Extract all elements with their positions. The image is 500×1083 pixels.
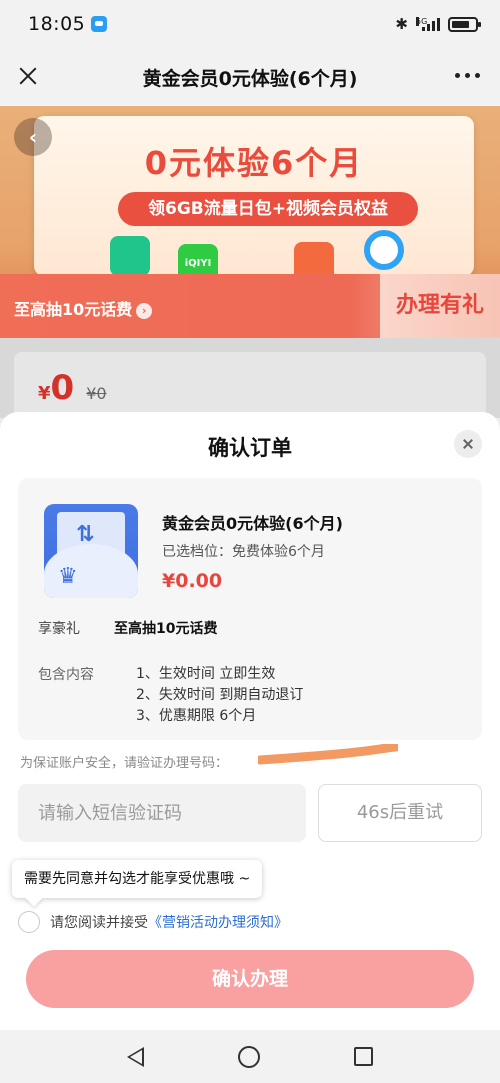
agreement-row: 请您阅读并接受 《营销活动办理须知》 (18, 910, 288, 934)
includes-label: 包含内容 (38, 667, 94, 683)
message-notification-icon (91, 16, 108, 32)
agreement-tooltip: 需要先同意并勾选才能享受优惠哦 ~ (12, 860, 263, 898)
battery-icon (448, 16, 481, 32)
confirm-order-modal: 确认订单 ⇅ ♛ 黄金会员0元体验(6个月) 已选档位：免费体验6个月 ¥0.0… (0, 412, 500, 1030)
product-tier: 已选档位：免费体验6个月 (162, 544, 325, 560)
sms-code-input[interactable] (18, 784, 306, 842)
banner-card: 0元体验6个月 领6GB流量日包+视频会员权益 iQIYI (34, 116, 474, 284)
banner-tag-label: 至高抽10元话费 (14, 300, 133, 319)
data-transfer-icon: ⇅ (76, 522, 95, 547)
verify-note: 为保证账户安全，请验证办理号码： (20, 756, 229, 771)
crown-icon: ♛ (58, 564, 78, 589)
status-indicators: ✱ 5G (395, 15, 481, 33)
status-time: 18:05 (28, 13, 86, 35)
system-nav-bar (0, 1030, 500, 1083)
page-title: 黄金会员0元体验(6个月) (142, 67, 358, 90)
order-summary-card: ⇅ ♛ 黄金会员0元体验(6个月) 已选档位：免费体验6个月 ¥0.00 享豪礼… (18, 478, 482, 740)
product-image: ⇅ ♛ (44, 504, 138, 598)
banner-title: 0元体验6个月 (144, 144, 364, 182)
confirm-button[interactable]: 确认办理 (26, 950, 474, 1008)
banner-subtitle: 领6GB流量日包+视频会员权益 (118, 192, 418, 226)
includes-list: 1、生效时间 立即生效 2、失效时间 到期自动退订 3、优惠期限 6个月 (136, 664, 303, 727)
gift-value: 至高抽10元话费 (114, 621, 218, 637)
modal-close-icon[interactable] (454, 430, 482, 458)
includes-item: 3、优惠期限 6个月 (136, 708, 257, 724)
masked-phone-number (258, 744, 398, 765)
chevron-right-icon: › (136, 303, 153, 319)
banner-tag-text: 至高抽10元话费 › (14, 296, 153, 320)
gift-label: 享豪礼 (38, 621, 80, 637)
youku-logo-icon (364, 230, 404, 270)
system-recents-icon[interactable] (354, 1047, 373, 1066)
top-nav-bar: 黄金会员0元体验(6个月) (0, 48, 500, 106)
background-price-symbol: ¥ (38, 383, 51, 404)
background-price: ¥0 ¥0 (38, 368, 107, 408)
back-icon[interactable]: ‹ (14, 118, 52, 156)
agreement-link[interactable]: 《营销活动办理须知》 (148, 912, 288, 932)
background-price-value: 0 (50, 368, 75, 408)
bluetooth-icon: ✱ (395, 15, 408, 33)
banner-handle-label[interactable]: 办理有礼 (380, 274, 500, 338)
banner-tag-bar[interactable]: 至高抽10元话费 › 办理有礼 (0, 274, 500, 338)
more-options-icon[interactable] (455, 73, 480, 78)
agreement-text: 请您阅读并接受 (50, 915, 148, 931)
includes-item: 1、生效时间 立即生效 (136, 666, 276, 682)
product-price: ¥0.00 (162, 570, 223, 592)
system-back-icon[interactable] (127, 1046, 144, 1067)
promo-banner: 0元体验6个月 领6GB流量日包+视频会员权益 iQIYI ‹ 至高抽10元话费… (0, 106, 500, 338)
modal-title: 确认订单 (208, 436, 292, 460)
includes-item: 2、失效时间 到期自动退订 (136, 687, 304, 703)
tencent-video-logo-icon (110, 236, 150, 276)
system-home-icon[interactable] (238, 1045, 260, 1068)
status-bar: 18:05 ✱ 5G (0, 0, 500, 48)
resend-code-button[interactable]: 46s后重试 (318, 784, 482, 842)
signal-icon: 5G (416, 17, 440, 31)
product-name: 黄金会员0元体验(6个月) (162, 514, 343, 533)
network-type-label: 5G (416, 17, 428, 26)
agreement-checkbox[interactable] (18, 911, 40, 933)
background-price-area: ¥0 ¥0 (0, 338, 500, 422)
background-old-price: ¥0 (86, 384, 107, 403)
close-icon[interactable] (14, 61, 44, 91)
